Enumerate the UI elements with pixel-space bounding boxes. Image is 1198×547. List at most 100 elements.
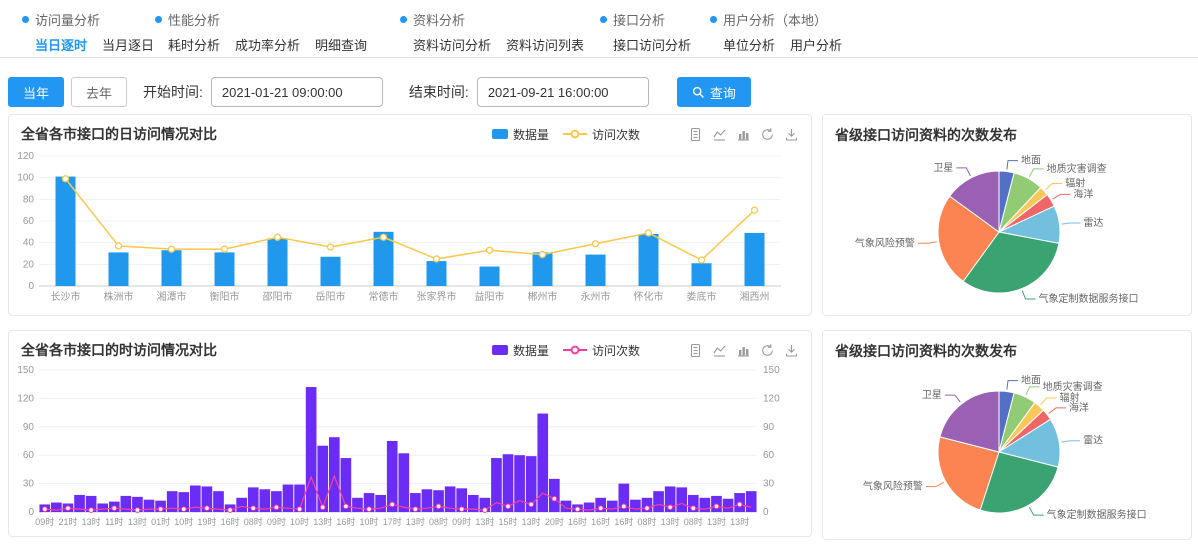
legend-label: 访问次数 (592, 126, 640, 143)
legend-item[interactable]: 访问次数 (563, 126, 640, 143)
pie-1-title: 省级接口访问资料的次数发布 (823, 115, 1191, 145)
search-button-label: 查询 (710, 83, 736, 102)
line-chart-icon[interactable] (712, 127, 727, 142)
svg-text:15时: 15时 (499, 516, 518, 527)
search-button[interactable]: 查询 (677, 77, 751, 107)
nav-group-title: 资料分析 (413, 10, 465, 29)
legend-item[interactable]: 访问次数 (563, 342, 640, 359)
bar-chart-icon[interactable] (736, 343, 751, 358)
svg-text:30: 30 (763, 479, 775, 490)
svg-text:气象定制数据服务接口: 气象定制数据服务接口 (1047, 508, 1147, 521)
nav-item-4-1[interactable]: 用户分析 (790, 35, 842, 54)
nav-item-3-0[interactable]: 接口访问分析 (613, 35, 691, 54)
svg-text:13时: 13时 (406, 516, 425, 527)
svg-text:13时: 13时 (128, 516, 147, 527)
nav-item-0-1[interactable]: 当月逐日 (102, 35, 154, 54)
svg-text:16时: 16时 (591, 516, 610, 527)
province-pie-chart-1[interactable]: 地面地质灾害调查辐射海洋雷达气象定制数据服务接口气象风险预警卫星 (823, 145, 1169, 311)
svg-text:08时: 08时 (429, 516, 448, 527)
svg-text:10时: 10时 (360, 516, 379, 527)
svg-text:气象风险预警: 气象风险预警 (855, 236, 915, 249)
svg-text:地质灾害调查: 地质灾害调查 (1047, 162, 1107, 175)
svg-text:株洲市: 株洲市 (104, 290, 134, 303)
svg-text:40: 40 (23, 238, 35, 249)
svg-text:08时: 08时 (637, 516, 656, 527)
svg-text:常德市: 常德市 (369, 290, 399, 303)
svg-text:120: 120 (763, 393, 780, 404)
bar-chart-icon[interactable] (736, 127, 751, 142)
daily-chart-header: 全省各市接口的日访问情况对比 数据量 访问次数 (9, 115, 811, 144)
svg-text:辐射: 辐射 (1065, 177, 1085, 190)
daily-bar-line-chart[interactable]: 020406080100120长沙市株洲市湘潭市衡阳市邵阳市岳阳市常德市张家界市… (9, 146, 789, 306)
bullet-icon (155, 16, 162, 23)
svg-text:衡阳市: 衡阳市 (210, 290, 240, 303)
daily-chart-legend: 数据量 访问次数 (492, 126, 640, 143)
hourly-bar-line-chart[interactable]: 0030306060909012012015015009时21时13时11时13… (9, 362, 789, 530)
legend-bar-swatch (492, 345, 508, 355)
svg-text:地面: 地面 (1021, 154, 1041, 167)
province-pie-chart-2[interactable]: 地面地质灾害调查辐射海洋雷达气象定制数据服务接口气象风险预警卫星 (823, 361, 1169, 535)
nav-item-4-0[interactable]: 单位分析 (723, 35, 775, 54)
legend-label: 访问次数 (592, 342, 640, 359)
search-icon (692, 86, 705, 99)
legend-line-swatch (563, 345, 587, 355)
restore-icon[interactable] (760, 343, 775, 358)
svg-text:16时: 16时 (221, 516, 240, 527)
svg-text:气象风险预警: 气象风险预警 (863, 480, 923, 493)
hourly-chart-title: 全省各市接口的时访问情况对比 (21, 340, 217, 360)
nav-item-1-1[interactable]: 成功率分析 (235, 35, 300, 54)
nav-group-4: 用户分析（本地） 单位分析用户分析 (710, 10, 842, 54)
end-time-input[interactable] (477, 77, 649, 107)
line-chart-icon[interactable] (712, 343, 727, 358)
dashboard-root: 访问量分析当日逐时当月逐日性能分析耗时分析成功率分析明细查询 资料分析资料访问分析… (0, 0, 1198, 547)
svg-text:60: 60 (23, 450, 35, 461)
nav-group-1: 性能分析耗时分析成功率分析明细查询 (155, 10, 367, 54)
nav-item-2-0[interactable]: 资料访问分析 (413, 35, 491, 54)
last-year-button[interactable]: 去年 (71, 77, 127, 107)
restore-icon[interactable] (760, 127, 775, 142)
start-time-label: 开始时间: (143, 82, 203, 102)
nav-group-title: 用户分析（本地） (723, 10, 827, 29)
svg-text:20: 20 (23, 259, 35, 270)
svg-text:海洋: 海洋 (1069, 401, 1089, 414)
svg-text:娄底市: 娄底市 (687, 290, 717, 303)
daily-chart-title: 全省各市接口的日访问情况对比 (21, 124, 217, 144)
svg-text:0: 0 (763, 507, 769, 518)
svg-text:90: 90 (763, 422, 775, 433)
nav-item-0-0[interactable]: 当日逐时 (35, 35, 87, 54)
svg-text:13时: 13时 (82, 516, 101, 527)
svg-text:10时: 10时 (290, 516, 309, 527)
svg-text:0: 0 (28, 281, 34, 292)
data-view-icon[interactable] (688, 127, 703, 142)
legend-item[interactable]: 数据量 (492, 126, 549, 143)
download-icon[interactable] (784, 127, 799, 142)
svg-text:郴州市: 郴州市 (528, 290, 558, 303)
svg-text:120: 120 (17, 151, 34, 162)
current-year-button[interactable]: 当年 (8, 77, 64, 107)
start-time-input[interactable] (211, 77, 383, 107)
hourly-chart-legend: 数据量 访问次数 (492, 342, 640, 359)
svg-text:16时: 16时 (336, 516, 355, 527)
legend-item[interactable]: 数据量 (492, 342, 549, 359)
bullet-icon (22, 16, 29, 23)
nav-item-1-2[interactable]: 明细查询 (315, 35, 367, 54)
svg-text:120: 120 (17, 393, 34, 404)
svg-text:气象定制数据服务接口: 气象定制数据服务接口 (1039, 292, 1139, 305)
nav-item-1-0[interactable]: 耗时分析 (168, 35, 220, 54)
svg-text:60: 60 (763, 450, 775, 461)
svg-text:永州市: 永州市 (581, 290, 611, 303)
bullet-icon (600, 16, 607, 23)
data-view-icon[interactable] (688, 343, 703, 358)
svg-text:湘西州: 湘西州 (740, 290, 770, 303)
hourly-chart-header: 全省各市接口的时访问情况对比 数据量 访问次数 (9, 331, 811, 360)
svg-text:01时: 01时 (151, 516, 170, 527)
daily-chart-toolbar (688, 127, 799, 142)
nav-group-0: 访问量分析当日逐时当月逐日 (22, 10, 154, 54)
svg-text:16时: 16时 (568, 516, 587, 527)
province-pie-card-2: 省级接口访问资料的次数发布 地面地质灾害调查辐射海洋雷达气象定制数据服务接口气象… (822, 330, 1192, 540)
nav-item-2-1[interactable]: 资料访问列表 (506, 35, 584, 54)
svg-text:09时: 09时 (452, 516, 471, 527)
svg-text:0: 0 (28, 507, 34, 518)
legend-label: 数据量 (513, 342, 549, 359)
download-icon[interactable] (784, 343, 799, 358)
